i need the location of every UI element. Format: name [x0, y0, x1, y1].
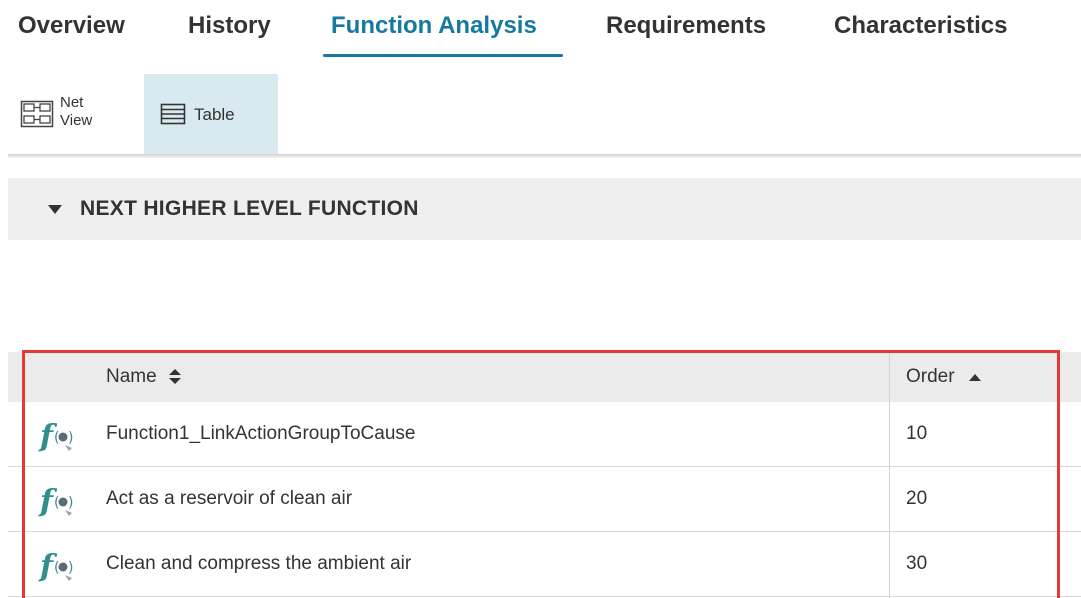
tab-history[interactable]: History — [188, 8, 271, 60]
table-icon — [160, 103, 186, 125]
function-icon: f ( ) — [38, 549, 73, 584]
table-header: Name Order — [8, 352, 1081, 402]
tab-overview[interactable]: Overview — [18, 8, 125, 60]
tab-characteristics[interactable]: Characteristics — [834, 8, 1007, 60]
section-title: NEXT HIGHER LEVEL FUNCTION — [80, 197, 419, 220]
table-view-button[interactable]: Table — [144, 74, 278, 154]
row-name: Function1_LinkActionGroupToCause — [106, 423, 416, 444]
column-header-name-label: Name — [106, 366, 157, 387]
net-view-icon — [20, 100, 54, 128]
net-view-label-line1: Net — [60, 94, 84, 111]
toolbar-divider — [8, 154, 1081, 158]
function-table: Name Order f ( ) Function1_LinkActionGro… — [8, 352, 1081, 598]
next-higher-level-function-header[interactable]: NEXT HIGHER LEVEL FUNCTION — [8, 178, 1081, 240]
tab-requirements[interactable]: Requirements — [606, 8, 766, 60]
tab-function-analysis[interactable]: Function Analysis — [331, 8, 537, 60]
table-row[interactable]: f ( ) Act as a reservoir of clean air 20 — [8, 467, 1081, 532]
net-view-button[interactable]: Net View — [6, 74, 140, 154]
row-name: Clean and compress the ambient air — [106, 553, 412, 574]
row-order: 10 — [906, 423, 928, 444]
row-order: 30 — [906, 553, 928, 574]
function-icon: f ( ) — [38, 484, 73, 519]
column-header-order-label: Order — [906, 366, 955, 387]
svg-text:): ) — [68, 560, 73, 576]
svg-text:): ) — [68, 430, 73, 446]
table-view-label: Table — [194, 104, 235, 124]
table-row[interactable]: f ( ) Function1_LinkActionGroupToCause 1… — [8, 402, 1081, 467]
tab-bar: Overview History Function Analysis Requi… — [0, 0, 1081, 60]
net-view-label: Net View — [60, 94, 92, 130]
active-tab-indicator — [323, 54, 563, 57]
sort-ascending-icon[interactable] — [968, 373, 981, 381]
sort-icon[interactable] — [168, 369, 181, 385]
column-divider — [889, 352, 890, 598]
column-header-order[interactable]: Order — [906, 352, 981, 402]
function-icon: f ( ) — [38, 419, 73, 454]
view-toolbar: Net View Table — [0, 74, 1081, 156]
row-order: 20 — [906, 488, 928, 509]
row-name: Act as a reservoir of clean air — [106, 488, 353, 509]
collapse-caret-icon[interactable] — [48, 204, 62, 214]
column-header-name[interactable]: Name — [106, 352, 181, 402]
svg-text:): ) — [68, 495, 73, 511]
table-row[interactable]: f ( ) Clean and compress the ambient air… — [8, 532, 1081, 597]
net-view-label-line2: View — [60, 112, 93, 129]
